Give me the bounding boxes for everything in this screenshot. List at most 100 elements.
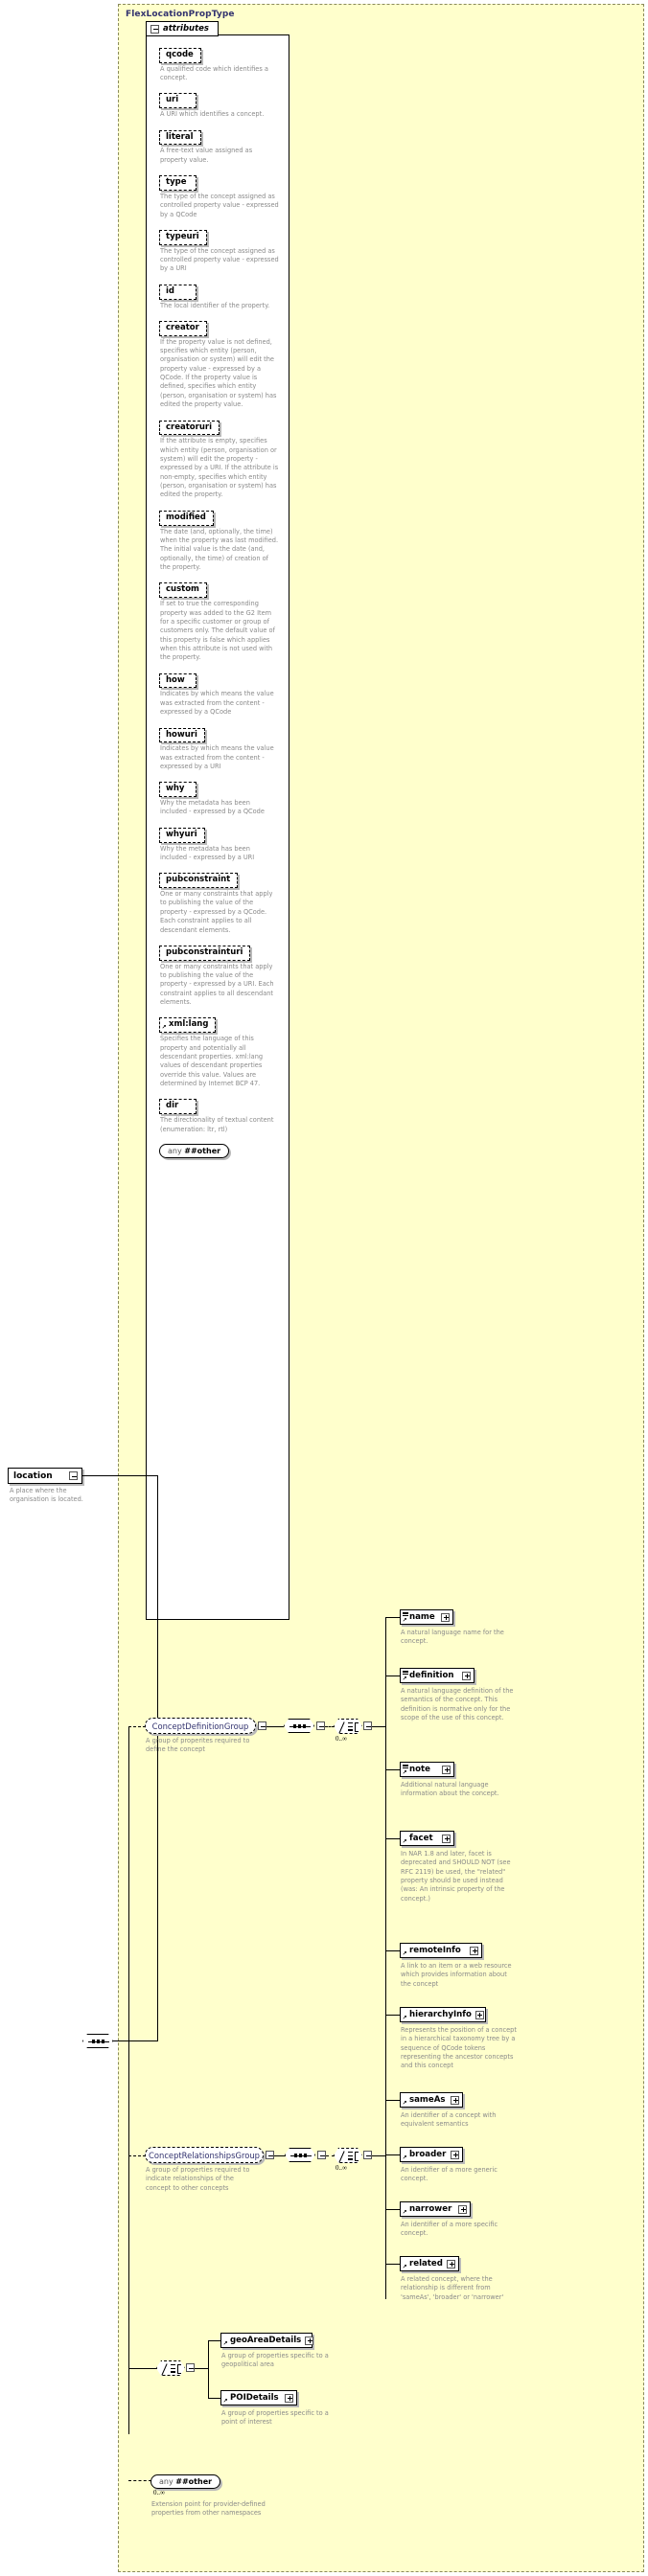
- attribute-name[interactable]: uri: [159, 93, 197, 109]
- attribute-name[interactable]: dir: [159, 1099, 197, 1115]
- attributes-list: qcode A qualified code which identifies …: [159, 42, 284, 1163]
- expand-plus-icon[interactable]: [447, 2259, 455, 2268]
- group-concept-definition[interactable]: ConceptDefinitionGroup: [145, 1718, 256, 1734]
- group-label: ConceptRelationshipsGroup: [149, 2150, 260, 2160]
- attribute-creator[interactable]: creator If the property value is not def…: [159, 315, 284, 410]
- expand-plus-icon[interactable]: [451, 2095, 459, 2105]
- attribute-dir[interactable]: dir The directionality of textual conten…: [159, 1093, 284, 1133]
- element-note[interactable]: ↗ note: [400, 1762, 454, 1777]
- element-broader[interactable]: ↗ broader: [400, 2147, 463, 2162]
- attribute-id[interactable]: id The local identifier of the property.: [159, 279, 284, 310]
- choice-collapse-icon[interactable]: [186, 2363, 195, 2372]
- attribute-type[interactable]: type The type of the concept assigned as…: [159, 170, 284, 219]
- element-label: definition: [409, 1671, 454, 1680]
- sequence-collapse-icon[interactable]: [317, 2151, 326, 2159]
- element-definition[interactable]: ↗ definition: [400, 1668, 474, 1683]
- choice-node[interactable]: [334, 2148, 362, 2163]
- attribute-name[interactable]: how: [159, 672, 197, 689]
- sequence-node[interactable]: [285, 2148, 315, 2162]
- attribute-howuri[interactable]: howuri Indicates by which means the valu…: [159, 722, 284, 772]
- attribute-name[interactable]: custom: [159, 582, 207, 599]
- attribute-description: A URI which identifies a concept.: [160, 110, 265, 119]
- group-connector-line: [128, 1726, 146, 1727]
- element-hierarchyinfo[interactable]: ↗ hierarchyInfo: [400, 2007, 486, 2022]
- content-any-description: Extension point for provider-defined pro…: [151, 2500, 266, 2518]
- attribute-pubconstrainturi[interactable]: pubconstrainturi One or many constraints…: [159, 940, 284, 1008]
- attribute-name[interactable]: literal: [159, 129, 201, 146]
- choice-collapse-icon[interactable]: [363, 2151, 372, 2159]
- expand-plus-icon[interactable]: [441, 1612, 450, 1622]
- group-collapse-icon[interactable]: [258, 1721, 266, 1730]
- attribute-uri[interactable]: uri A URI which identifies a concept.: [159, 87, 284, 119]
- attribute-custom[interactable]: custom If set to true the corresponding …: [159, 577, 284, 662]
- attribute-name[interactable]: creator: [159, 320, 207, 336]
- any-attribute-box[interactable]: any ##other: [159, 1143, 230, 1158]
- attribute-name[interactable]: id: [159, 284, 197, 300]
- expand-plus-icon[interactable]: [305, 2336, 314, 2345]
- attribute-whyuri[interactable]: whyuri Why the metadata has been include…: [159, 822, 284, 862]
- attribute-modified[interactable]: modified The date (and, optionally, the …: [159, 505, 284, 573]
- element-location-label: location: [13, 1470, 53, 1481]
- attribute-name[interactable]: modified: [159, 510, 214, 526]
- attribute-name[interactable]: pubconstrainturi: [159, 945, 251, 961]
- attribute-why[interactable]: why Why the metadata has been included -…: [159, 776, 284, 816]
- attribute-creatoruri[interactable]: creatoruri If the attribute is empty, sp…: [159, 415, 284, 500]
- choice-collapse-icon[interactable]: [363, 1721, 372, 1730]
- attribute-name[interactable]: why: [159, 782, 197, 798]
- any-namespace-label: ##other: [184, 1146, 221, 1155]
- group-concept-relationships[interactable]: ConceptRelationshipsGroup: [145, 2147, 264, 2163]
- choice-node[interactable]: [334, 1719, 362, 1734]
- expand-plus-icon[interactable]: [451, 2150, 459, 2159]
- collapse-minus-icon[interactable]: [69, 1471, 78, 1480]
- connector-line: [385, 2209, 401, 2210]
- attribute-name[interactable]: qcode: [159, 48, 201, 63]
- attribute-description: Indicates by which means the value was e…: [160, 690, 274, 717]
- attribute-name[interactable]: howuri: [159, 727, 205, 743]
- attribute-any-other[interactable]: any ##other: [159, 1139, 284, 1158]
- expand-plus-icon[interactable]: [442, 1765, 451, 1774]
- element-poidetails[interactable]: ↗ POIDetails: [220, 2390, 297, 2405]
- expand-plus-icon[interactable]: [285, 2393, 293, 2403]
- connector-line: [208, 2340, 221, 2341]
- attribute-name[interactable]: creatoruri: [159, 420, 220, 436]
- attribute-xml-lang[interactable]: ↗ xml:lang Specifies the language of this…: [159, 1012, 284, 1088]
- attribute-literal[interactable]: literal A free-text value assigned as pr…: [159, 125, 284, 165]
- attribute-name[interactable]: ↗ xml:lang: [159, 1017, 217, 1034]
- expand-plus-icon[interactable]: [474, 2010, 484, 2019]
- attribute-name[interactable]: typeuri: [159, 229, 207, 245]
- attribute-name[interactable]: type: [159, 175, 197, 191]
- details-choice-node[interactable]: [156, 2360, 185, 2376]
- connector-line: [82, 1475, 157, 1476]
- expand-plus-icon[interactable]: [442, 1834, 451, 1843]
- expand-plus-icon[interactable]: [458, 2204, 467, 2214]
- content-any-box[interactable]: any ##other: [150, 2474, 221, 2489]
- main-sequence-node[interactable]: [82, 2034, 113, 2048]
- group-label: ConceptDefinitionGroup: [151, 1721, 249, 1731]
- element-narrower[interactable]: ↗ narrower: [400, 2201, 471, 2217]
- element-remoteinfo[interactable]: ↗ remoteInfo: [400, 1943, 482, 1958]
- reference-arrow-icon: ↗: [402, 1949, 407, 1957]
- attribute-how[interactable]: how Indicates by which means the value w…: [159, 668, 284, 718]
- expand-plus-icon[interactable]: [462, 1671, 471, 1680]
- attribute-pubconstraint[interactable]: pubconstraint One or many constraints th…: [159, 867, 284, 935]
- element-facet[interactable]: ↗ facet: [400, 1831, 454, 1846]
- group-collapse-icon[interactable]: [266, 2151, 274, 2159]
- reference-arrow-icon: ↗: [402, 2014, 407, 2021]
- sequence-collapse-icon[interactable]: [316, 1721, 325, 1730]
- attribute-description: Specifies the language of this property …: [160, 1035, 264, 1088]
- element-geoareadetails[interactable]: ↗ geoAreaDetails: [220, 2333, 314, 2348]
- sequence-node[interactable]: [284, 1719, 314, 1733]
- attribute-typeuri[interactable]: typeuri The type of the concept assigned…: [159, 224, 284, 274]
- collapse-minus-icon[interactable]: [150, 24, 159, 34]
- element-name[interactable]: ↗ name: [400, 1609, 453, 1625]
- reference-arrow-icon: ↗: [402, 2154, 407, 2161]
- attribute-name[interactable]: whyuri: [159, 827, 205, 843]
- element-sameas[interactable]: ↗ sameAs: [400, 2092, 463, 2108]
- attributes-header[interactable]: attributes: [146, 21, 219, 36]
- attribute-name[interactable]: pubconstraint: [159, 873, 239, 889]
- attribute-qcode[interactable]: qcode A qualified code which identifies …: [159, 42, 284, 82]
- expand-plus-icon[interactable]: [470, 1946, 478, 1955]
- element-location[interactable]: location: [8, 1468, 82, 1484]
- connector-line: [385, 2100, 401, 2101]
- element-related[interactable]: ↗ related: [400, 2256, 459, 2271]
